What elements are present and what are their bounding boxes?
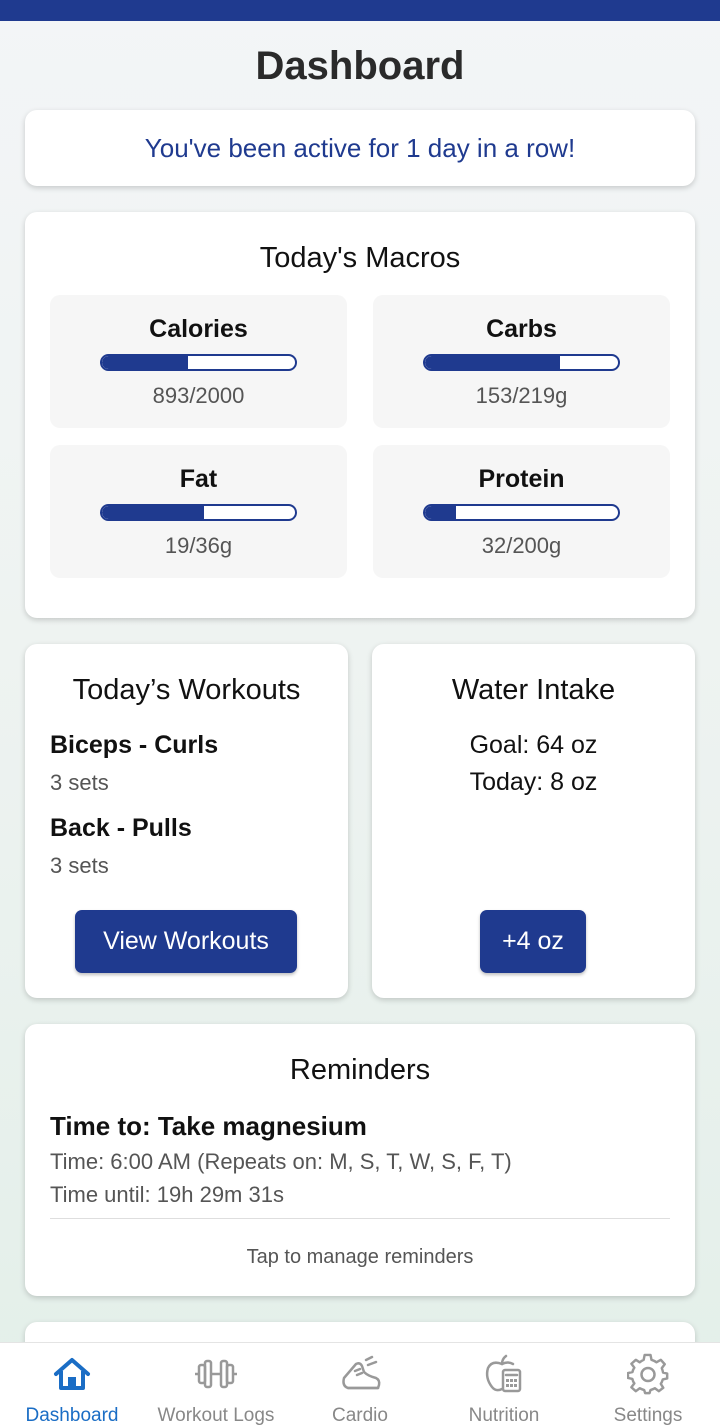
macro-value: 32/200g <box>481 533 562 558</box>
macro-name: Calories <box>149 315 248 343</box>
macro-progress-bar <box>423 504 620 521</box>
workout-item: Back - Pulls 3 sets <box>50 814 192 879</box>
home-icon <box>50 1353 94 1395</box>
workout-name: Biceps - Curls <box>50 731 219 759</box>
macro-progress-fill <box>102 506 204 519</box>
water-intake-title: Water Intake <box>451 674 616 706</box>
manage-reminders-link[interactable]: Tap to manage reminders <box>25 1246 695 1269</box>
macro-tile-calories: Calories 893/2000 <box>50 295 347 428</box>
top-accent-bar <box>0 0 720 21</box>
divider <box>50 1218 670 1219</box>
nav-label: Workout Logs <box>157 1405 275 1426</box>
nav-item-workout-logs[interactable]: Workout Logs <box>144 1343 288 1427</box>
macro-tile-protein: Protein 32/200g <box>373 445 670 578</box>
workout-sets: 3 sets <box>50 853 109 878</box>
nav-label: Settings <box>613 1405 683 1426</box>
macro-name: Fat <box>179 465 218 493</box>
macro-value: 153/219g <box>475 383 568 408</box>
reminders-title: Reminders <box>289 1054 431 1086</box>
macro-progress-bar <box>100 354 297 371</box>
dumbbell-icon <box>194 1353 238 1395</box>
running-shoe-icon <box>338 1353 382 1395</box>
reminder-heading: Time to: Take magnesium <box>50 1111 367 1141</box>
macros-title: Today's Macros <box>259 242 461 274</box>
nav-item-cardio[interactable]: Cardio <box>288 1343 432 1427</box>
macro-progress-bar <box>423 354 620 371</box>
workouts-title: Today’s Workouts <box>72 674 301 706</box>
water-goal: Goal: 64 oz <box>469 731 598 759</box>
water-today: Today: 8 oz <box>469 768 598 796</box>
apple-calculator-icon <box>482 1353 526 1395</box>
streak-text: You've been active for 1 day in a row! <box>144 132 576 163</box>
workout-sets: 3 sets <box>50 770 109 795</box>
workout-item: Biceps - Curls 3 sets <box>50 731 218 796</box>
macro-value: 19/36g <box>164 533 233 558</box>
view-workouts-button[interactable]: View Workouts <box>75 910 297 973</box>
macro-progress-bar <box>100 504 297 521</box>
reminders-card[interactable]: Reminders Time to: Take magnesium Time: … <box>25 1024 695 1296</box>
reminder-countdown: Time until: 19h 29m 31s <box>50 1182 284 1207</box>
nav-label: Cardio <box>332 1405 388 1426</box>
nav-item-dashboard[interactable]: Dashboard <box>0 1343 144 1427</box>
bottom-nav: Dashboard Workout Logs Cardio Nutrition … <box>0 1342 720 1427</box>
nav-label: Nutrition <box>468 1405 540 1426</box>
reminder-time: Time: 6:00 AM (Repeats on: M, S, T, W, S… <box>50 1149 512 1174</box>
nav-label: Dashboard <box>25 1405 119 1426</box>
gear-icon <box>626 1353 670 1395</box>
macro-name: Protein <box>478 465 565 493</box>
macro-progress-fill <box>425 356 560 369</box>
add-water-button[interactable]: +4 oz <box>480 910 586 973</box>
water-intake-card: Water Intake Goal: 64 oz Today: 8 oz +4 … <box>372 644 695 998</box>
macro-tile-carbs: Carbs 153/219g <box>373 295 670 428</box>
macros-card: Today's Macros Calories 893/2000 Carbs 1… <box>25 212 695 618</box>
macro-value: 893/2000 <box>152 383 245 408</box>
nav-item-nutrition[interactable]: Nutrition <box>432 1343 576 1427</box>
page-title: Dashboard <box>255 44 465 88</box>
macro-progress-fill <box>425 506 456 519</box>
macro-progress-fill <box>102 356 189 369</box>
nav-item-settings[interactable]: Settings <box>576 1343 720 1427</box>
workout-name: Back - Pulls <box>50 814 192 842</box>
macro-name: Carbs <box>486 315 557 343</box>
streak-banner: You've been active for 1 day in a row! <box>25 110 695 186</box>
workouts-card: Today’s Workouts Biceps - Curls 3 sets B… <box>25 644 348 998</box>
macro-tile-fat: Fat 19/36g <box>50 445 347 578</box>
